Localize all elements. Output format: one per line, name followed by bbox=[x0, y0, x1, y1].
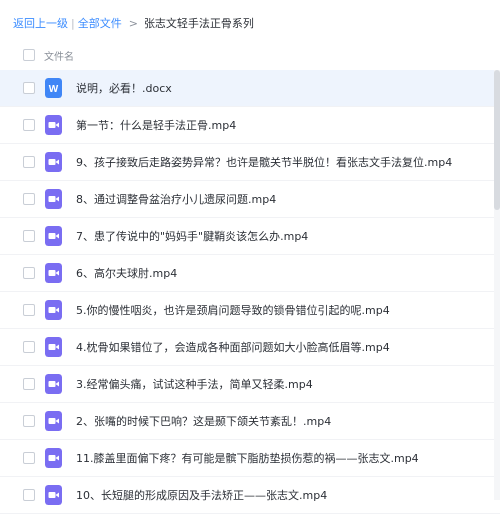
file-checkbox[interactable] bbox=[23, 267, 35, 279]
back-link[interactable]: 返回上一级 bbox=[13, 15, 68, 31]
filename-column-header[interactable]: 文件名 bbox=[44, 48, 74, 63]
scrollbar-thumb[interactable] bbox=[494, 70, 500, 210]
breadcrumb: 返回上一级 | 全部文件 > 张志文轻手法正骨系列 bbox=[13, 14, 254, 32]
file-name[interactable]: 2、张嘴的时候下巴响？这是颞下颌关节紊乱！.mp4 bbox=[76, 413, 331, 429]
all-files-link[interactable]: 全部文件 bbox=[78, 15, 122, 31]
file-name[interactable]: 8、通过调整骨盆治疗小儿遗尿问题.mp4 bbox=[76, 191, 276, 207]
video-file-icon bbox=[45, 152, 62, 172]
file-checkbox[interactable] bbox=[23, 156, 35, 168]
file-checkbox[interactable] bbox=[23, 452, 35, 464]
file-checkbox[interactable] bbox=[23, 193, 35, 205]
select-all-checkbox[interactable] bbox=[23, 49, 35, 61]
file-checkbox[interactable] bbox=[23, 304, 35, 316]
file-name[interactable]: 5.你的慢性咽炎，也许是颈肩问题导致的锁骨错位引起的呢.mp4 bbox=[76, 302, 390, 318]
file-list-header: 文件名 bbox=[0, 40, 500, 70]
file-checkbox[interactable] bbox=[23, 341, 35, 353]
word-doc-icon: W bbox=[45, 78, 62, 98]
file-checkbox[interactable] bbox=[23, 230, 35, 242]
video-file-icon bbox=[45, 300, 62, 320]
file-list: W 说明，必看！.docx 第一节：什么是轻手法正骨.mp4 9、孩子接致后走路姿势异… bbox=[0, 70, 500, 514]
file-checkbox[interactable] bbox=[23, 82, 35, 94]
file-row[interactable]: 4.枕骨如果错位了，会造成各种面部问题如大小脸高低眉等.mp4 bbox=[0, 329, 500, 366]
file-name[interactable]: 说明，必看！.docx bbox=[76, 80, 172, 96]
current-folder: 张志文轻手法正骨系列 bbox=[143, 17, 254, 30]
file-row[interactable]: 2、张嘴的时候下巴响？这是颞下颌关节紊乱！.mp4 bbox=[0, 403, 500, 440]
file-checkbox[interactable] bbox=[23, 378, 35, 390]
breadcrumb-separator: | bbox=[71, 16, 75, 30]
file-checkbox[interactable] bbox=[23, 415, 35, 427]
file-name[interactable]: 3.经常偏头痛，试试这种手法，简单又轻柔.mp4 bbox=[76, 376, 313, 392]
file-row[interactable]: 第一节：什么是轻手法正骨.mp4 bbox=[0, 107, 500, 144]
file-row[interactable]: 7、患了传说中的"妈妈手"腱鞘炎该怎么办.mp4 bbox=[0, 218, 500, 255]
file-row[interactable]: 5.你的慢性咽炎，也许是颈肩问题导致的锁骨错位引起的呢.mp4 bbox=[0, 292, 500, 329]
breadcrumb-arrow: > bbox=[128, 16, 138, 30]
video-file-icon bbox=[45, 263, 62, 283]
video-file-icon bbox=[45, 485, 62, 505]
video-file-icon bbox=[45, 374, 62, 394]
scrollbar[interactable] bbox=[494, 70, 500, 500]
file-row[interactable]: 6、高尔夫球肘.mp4 bbox=[0, 255, 500, 292]
file-name[interactable]: 4.枕骨如果错位了，会造成各种面部问题如大小脸高低眉等.mp4 bbox=[76, 339, 390, 355]
file-row[interactable]: 3.经常偏头痛，试试这种手法，简单又轻柔.mp4 bbox=[0, 366, 500, 403]
file-row[interactable]: W 说明，必看！.docx bbox=[0, 70, 500, 107]
file-checkbox[interactable] bbox=[23, 489, 35, 501]
file-row[interactable]: 10、长短腿的形成原因及手法矫正——张志文.mp4 bbox=[0, 477, 500, 514]
file-checkbox[interactable] bbox=[23, 119, 35, 131]
video-file-icon bbox=[45, 226, 62, 246]
file-row[interactable]: 9、孩子接致后走路姿势异常？也许是髋关节半脱位！看张志文手法复位.mp4 bbox=[0, 144, 500, 181]
video-file-icon bbox=[45, 411, 62, 431]
video-file-icon bbox=[45, 448, 62, 468]
file-name[interactable]: 7、患了传说中的"妈妈手"腱鞘炎该怎么办.mp4 bbox=[76, 228, 308, 244]
file-name[interactable]: 9、孩子接致后走路姿势异常？也许是髋关节半脱位！看张志文手法复位.mp4 bbox=[76, 154, 452, 170]
file-name[interactable]: 6、高尔夫球肘.mp4 bbox=[76, 265, 177, 281]
video-file-icon bbox=[45, 189, 62, 209]
file-row[interactable]: 11.膝盖里面偏下疼？有可能是髌下脂肪垫损伤惹的祸——张志文.mp4 bbox=[0, 440, 500, 477]
svg-text:W: W bbox=[49, 84, 59, 95]
file-name[interactable]: 11.膝盖里面偏下疼？有可能是髌下脂肪垫损伤惹的祸——张志文.mp4 bbox=[76, 450, 419, 466]
file-row[interactable]: 8、通过调整骨盆治疗小儿遗尿问题.mp4 bbox=[0, 181, 500, 218]
video-file-icon bbox=[45, 337, 62, 357]
video-file-icon bbox=[45, 115, 62, 135]
file-name[interactable]: 10、长短腿的形成原因及手法矫正——张志文.mp4 bbox=[76, 487, 327, 503]
file-name[interactable]: 第一节：什么是轻手法正骨.mp4 bbox=[76, 117, 236, 133]
